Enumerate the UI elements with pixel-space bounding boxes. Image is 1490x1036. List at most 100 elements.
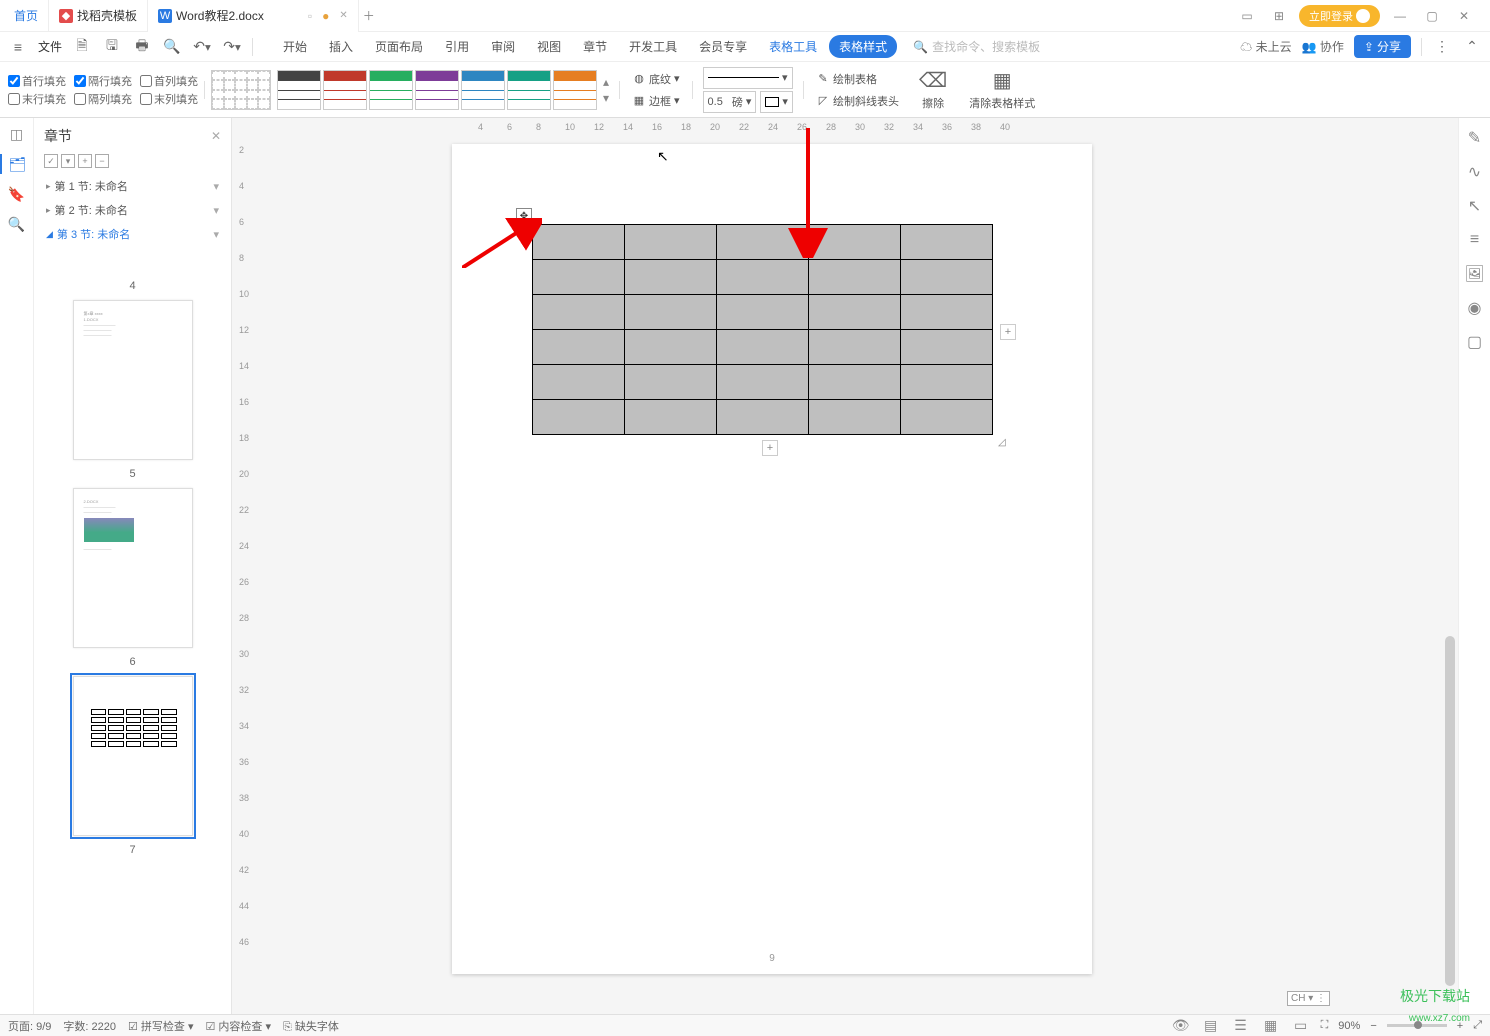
tab-start[interactable]: 开始 — [273, 34, 317, 59]
undo-icon[interactable]: ↶▾ — [192, 37, 212, 57]
thumb-5[interactable]: 第x章 xxxx1.DOCX—————————————————————— — [73, 300, 193, 460]
command-search[interactable]: 🔍 查找命令、搜索模板 — [907, 36, 1046, 57]
rail-sections-icon[interactable]: 🗂 — [0, 154, 33, 174]
status-zoom[interactable]: 90% — [1338, 1020, 1360, 1032]
new-icon[interactable]: 🗎 — [72, 37, 92, 57]
tab-page-layout[interactable]: 页面布局 — [365, 34, 433, 59]
rail-new-icon[interactable]: ◫ — [7, 124, 27, 144]
nav-item-2[interactable]: 第 2 节: 未命名▾ — [40, 198, 225, 222]
nav-dropdown-icon[interactable]: ▾ — [61, 154, 75, 168]
status-words[interactable]: 字数: 2220 — [63, 1018, 116, 1034]
status-outline-icon[interactable]: ☰ — [1231, 1016, 1251, 1036]
zoom-slider[interactable] — [1387, 1024, 1447, 1027]
thumb-7[interactable] — [73, 676, 193, 836]
status-web-view-icon[interactable]: ▦ — [1261, 1016, 1281, 1036]
collab-button[interactable]: 👥 协作 — [1302, 38, 1344, 55]
status-content[interactable]: ☑ 内容检查 ▾ — [206, 1018, 272, 1034]
rail-shape-icon[interactable]: ◉ — [1465, 298, 1485, 318]
chk-last-col[interactable]: 末列填充 — [140, 91, 198, 107]
nav-item-1[interactable]: 第 1 节: 未命名▾ — [40, 174, 225, 198]
rail-image-icon[interactable]: 🖼 — [1465, 264, 1485, 284]
line-color-select[interactable]: ▾ — [760, 91, 793, 113]
tab-sections[interactable]: 章节 — [573, 34, 617, 59]
draw-table-button[interactable]: ✎绘制表格 — [814, 69, 901, 89]
style-red[interactable] — [323, 70, 367, 110]
vertical-scrollbar[interactable] — [1443, 136, 1457, 1014]
rail-search-icon[interactable]: 🔍 — [7, 214, 27, 234]
chk-first-col[interactable]: 首列填充 — [140, 73, 198, 89]
rail-pencil-icon[interactable]: ✎ — [1465, 128, 1485, 148]
collapse-ribbon-icon[interactable]: ⌃ — [1462, 37, 1482, 57]
status-fit-icon[interactable]: ⛶ — [1321, 1019, 1329, 1032]
rail-bookmark-icon[interactable]: 🔖 — [7, 184, 27, 204]
nav-remove-icon[interactable]: − — [95, 154, 109, 168]
page[interactable]: ✥ + + ◿ 9 — [452, 144, 1092, 974]
table-resize-handle[interactable]: ◿ — [998, 437, 1006, 448]
print-icon[interactable]: 🖶 — [132, 37, 152, 57]
status-spell[interactable]: ☑ 拼写检查 ▾ — [128, 1018, 194, 1034]
new-tab-button[interactable]: ＋ — [359, 6, 379, 26]
nav-add-icon[interactable]: + — [78, 154, 92, 168]
document-table[interactable] — [532, 224, 993, 435]
maximize-button[interactable]: ▢ — [1420, 4, 1444, 28]
status-font[interactable]: ⎘ 缺失字体 — [283, 1018, 339, 1034]
login-button[interactable]: 立即登录 — [1299, 5, 1380, 27]
line-style-select[interactable]: ▾ — [703, 67, 793, 89]
status-page-view-icon[interactable]: ▤ — [1201, 1016, 1221, 1036]
tab-dev-tools[interactable]: 开发工具 — [619, 34, 687, 59]
save-icon[interactable]: 🖫 — [102, 37, 122, 57]
share-button[interactable]: ⇪ 分享 — [1354, 35, 1411, 58]
clear-style-button[interactable]: ▦清除表格样式 — [961, 66, 1043, 113]
add-row-button[interactable]: + — [762, 440, 778, 456]
thumb-6[interactable]: 2.DOCX—————————————————————— — [73, 488, 193, 648]
status-eye-icon[interactable]: 👁 — [1171, 1016, 1191, 1036]
file-menu[interactable]: 文件 — [38, 38, 62, 55]
tab-member[interactable]: 会员专享 — [689, 34, 757, 59]
status-page[interactable]: 页面: 9/9 — [8, 1018, 51, 1034]
status-expand-icon[interactable]: ⤢ — [1473, 1019, 1482, 1032]
tab-references[interactable]: 引用 — [435, 34, 479, 59]
chk-first-row[interactable]: 首行填充 — [8, 73, 66, 89]
tab-document[interactable]: W Word教程2.docx ▫ ● ✕ — [148, 0, 359, 32]
chk-alt-row[interactable]: 隔行填充 — [74, 73, 132, 89]
style-purple[interactable] — [415, 70, 459, 110]
preview-icon[interactable]: 🔍 — [162, 37, 182, 57]
style-orange[interactable] — [553, 70, 597, 110]
horizontal-ruler[interactable]: 46810121416182022242628303234363840 — [258, 118, 1440, 136]
add-column-button[interactable]: + — [1000, 324, 1016, 340]
eraser-button[interactable]: ⌫擦除 — [911, 66, 955, 113]
table-move-handle[interactable]: ✥ — [516, 208, 532, 224]
draw-diagonal-button[interactable]: ◸绘制斜线表头 — [814, 91, 901, 111]
border-dropdown[interactable]: ▦边框 ▾ — [630, 91, 682, 111]
rail-spacing-icon[interactable]: ≡ — [1465, 230, 1485, 250]
style-blue[interactable] — [461, 70, 505, 110]
tab-home[interactable]: 首页 — [4, 0, 49, 32]
close-tab-icon[interactable]: ✕ — [339, 10, 347, 21]
cloud-status[interactable]: ☁ 未上云 — [1240, 38, 1291, 55]
redo-icon[interactable]: ↷▾ — [222, 37, 242, 57]
tab-templates[interactable]: ◆找稻壳模板 — [49, 0, 148, 32]
tab-table-tools[interactable]: 表格工具 — [759, 34, 827, 59]
apps-icon[interactable]: ⊞ — [1267, 4, 1291, 28]
thumb-4-partial[interactable] — [73, 252, 193, 272]
status-read-icon[interactable]: ▭ — [1291, 1016, 1311, 1036]
tab-insert[interactable]: 插入 — [319, 34, 363, 59]
shading-dropdown[interactable]: ◍底纹 ▾ — [630, 69, 682, 89]
zoom-out-button[interactable]: − — [1370, 1020, 1376, 1032]
close-window-button[interactable]: ✕ — [1452, 4, 1476, 28]
rail-highlight-icon[interactable]: ∿ — [1465, 162, 1485, 182]
chk-last-row[interactable]: 末行填充 — [8, 91, 66, 107]
nav-item-3[interactable]: 第 3 节: 未命名▾ — [40, 222, 225, 246]
nav-check-icon[interactable]: ✓ — [44, 154, 58, 168]
minimize-button[interactable]: — — [1388, 4, 1412, 28]
menu-icon[interactable]: ≡ — [8, 37, 28, 57]
nav-close-icon[interactable]: ✕ — [211, 129, 221, 143]
gallery-more[interactable]: ▴▾ — [599, 70, 613, 110]
line-weight-spin[interactable]: 0.5 磅 ▾ — [703, 91, 757, 113]
rail-present-icon[interactable]: ▢ — [1465, 332, 1485, 352]
style-teal[interactable] — [507, 70, 551, 110]
style-green[interactable] — [369, 70, 413, 110]
tab-options-icon[interactable]: ▫ — [308, 9, 312, 23]
vertical-ruler[interactable]: 2468101214161820222426283032343638404244… — [232, 136, 258, 1014]
chk-alt-col[interactable]: 隔列填充 — [74, 91, 132, 107]
